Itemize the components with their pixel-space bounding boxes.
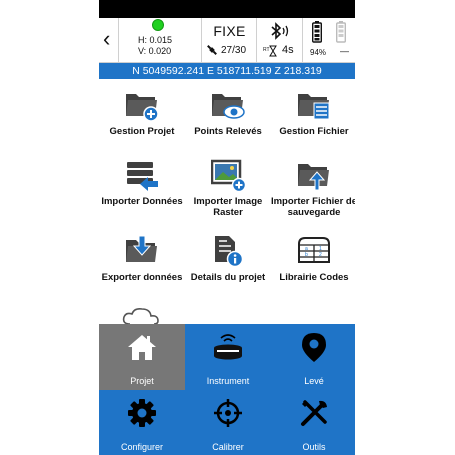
svg-text:RT: RT [263, 47, 270, 53]
fix-panel[interactable]: FIXE 27/30 [202, 18, 257, 62]
points-releves-label: Points Relevés [194, 126, 262, 137]
bottom-navigation: Projet Instrument Levé Configurer Calibr… [99, 324, 355, 455]
h-precision: H: 0.015 [138, 35, 173, 45]
nav-outils[interactable]: Outils [271, 390, 355, 455]
home-icon [128, 335, 156, 360]
importer-image-raster-button[interactable]: Importer Image Raster [185, 152, 271, 224]
system-status-bar [99, 0, 355, 18]
importer-donnees-button[interactable]: Importer Données [99, 152, 185, 224]
librairie-codes-button[interactable]: a 1 b 2 Librairie Codes [271, 228, 355, 300]
fix-status-dot-icon [152, 19, 164, 31]
battery-icon [311, 21, 323, 48]
correction-age: 4s [282, 44, 294, 56]
nav-configurer-label: Configurer [120, 442, 164, 452]
import-data-icon [127, 162, 158, 191]
details-projet-label: Details du projet [190, 272, 266, 283]
back-button[interactable]: ‹ [99, 18, 119, 62]
nav-calibrer[interactable]: Calibrer [185, 390, 271, 455]
image-add-icon [211, 159, 245, 192]
coordinates-bar: N 5049592.241 E 518711.519 Z 218.319 [99, 63, 355, 79]
nav-leve-label: Levé [304, 376, 324, 386]
chevron-left-icon: ‹ [103, 26, 111, 51]
gnss-status-bar: ‹ H: 0.015 V: 0.020 FIXE 27/30 RT 4s 94%… [99, 18, 355, 63]
battery-panel[interactable]: 94% — [303, 18, 355, 62]
folder-download-icon [126, 235, 157, 262]
gestion-projet-button[interactable]: Gestion Projet [99, 82, 185, 154]
bluetooth-icon [269, 22, 291, 45]
exporter-donnees-label: Exporter données [101, 272, 183, 283]
map-pin-icon [302, 333, 326, 362]
document-info-icon [215, 236, 244, 268]
receiver-battery-icon [335, 21, 347, 48]
folder-add-icon [126, 94, 159, 122]
battery-percent: 94% [310, 48, 327, 57]
nav-instrument-label: Instrument [206, 376, 250, 386]
svg-text:2: 2 [319, 252, 322, 258]
folder-list-icon [298, 94, 330, 120]
tools-icon [301, 400, 327, 426]
gear-icon [128, 399, 156, 427]
nav-leve[interactable]: Levé [271, 324, 355, 390]
importer-donnees-label: Importer Données [101, 196, 183, 207]
nav-projet-label: Projet [130, 376, 154, 386]
details-projet-button[interactable]: Details du projet [185, 228, 271, 300]
importer-fichier-sauvegarde-button[interactable]: Importer Fichier de sauvegarde [271, 152, 355, 224]
nav-calibrer-label: Calibrer [212, 442, 244, 452]
precision-panel[interactable]: H: 0.015 V: 0.020 [119, 18, 202, 62]
nav-outils-label: Outils [302, 442, 326, 452]
gestion-projet-label: Gestion Projet [109, 126, 175, 137]
exporter-donnees-button[interactable]: Exporter données [99, 228, 185, 300]
importer-image-raster-label: Importer Image Raster [193, 196, 263, 218]
gestion-fichier-label: Gestion Fichier [279, 126, 349, 137]
app-screen: ‹ H: 0.015 V: 0.020 FIXE 27/30 RT 4s 94%… [99, 0, 355, 455]
points-releves-button[interactable]: Points Relevés [185, 82, 271, 154]
nav-configurer[interactable]: Configurer [99, 390, 185, 455]
bluetooth-panel[interactable]: RT 4s [257, 18, 303, 62]
receiver-battery-percent: — [340, 46, 349, 56]
nav-instrument[interactable]: Instrument [185, 324, 271, 390]
hourglass-icon: RT [263, 45, 277, 59]
svg-text:b: b [305, 252, 308, 258]
cloud-icon[interactable] [122, 307, 162, 325]
fix-status: FIXE [213, 23, 246, 39]
satellite-count: 27/30 [221, 45, 247, 56]
code-library-icon: a 1 b 2 [298, 237, 330, 263]
importer-fichier-sauvegarde-label: Importer Fichier de sauvegarde [270, 196, 355, 218]
gestion-fichier-button[interactable]: Gestion Fichier [271, 82, 355, 154]
crosshair-icon [214, 399, 242, 427]
folder-eye-icon [212, 94, 245, 119]
v-precision: V: 0.020 [138, 46, 172, 56]
gnss-receiver-icon [214, 334, 242, 360]
satellite-icon [206, 44, 218, 59]
folder-upload-icon [298, 164, 329, 191]
librairie-codes-label: Librairie Codes [279, 272, 349, 283]
nav-projet[interactable]: Projet [99, 324, 185, 390]
